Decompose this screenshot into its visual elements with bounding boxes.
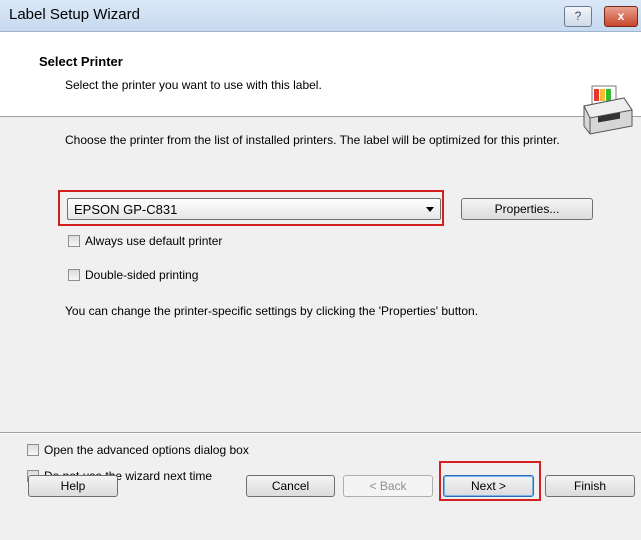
page-title: Select Printer: [39, 54, 123, 69]
back-button[interactable]: < Back: [343, 475, 433, 497]
window-title: Label Setup Wizard: [9, 6, 140, 23]
checkbox-label: Open the advanced options dialog box: [44, 443, 249, 457]
printer-icon: [583, 85, 633, 135]
printer-select[interactable]: EPSON GP-C831: [67, 198, 441, 220]
page-subtitle: Select the printer you want to use with …: [65, 78, 322, 92]
help-button[interactable]: Help: [28, 475, 118, 497]
instruction-text: Choose the printer from the list of inst…: [65, 133, 560, 147]
cancel-button[interactable]: Cancel: [246, 475, 335, 497]
wizard-header: Select Printer Select the printer you wa…: [0, 32, 641, 135]
checkbox-label: Double-sided printing: [85, 268, 199, 282]
printer-select-value: EPSON GP-C831: [74, 202, 178, 217]
properties-button[interactable]: Properties...: [461, 198, 593, 220]
checkbox-label: Always use default printer: [85, 234, 223, 248]
title-bar: Label Setup Wizard ? x: [0, 0, 641, 32]
info-text: You can change the printer-specific sett…: [65, 304, 479, 318]
checkbox-box[interactable]: [68, 235, 80, 247]
chevron-down-icon: [426, 207, 434, 212]
checkbox-box[interactable]: [68, 269, 80, 281]
checkbox-box[interactable]: [27, 444, 39, 456]
next-button[interactable]: Next >: [443, 475, 534, 497]
help-title-button[interactable]: ?: [564, 6, 592, 27]
footer-separator: [0, 432, 641, 434]
close-button[interactable]: x: [604, 6, 638, 27]
finish-button[interactable]: Finish: [545, 475, 635, 497]
